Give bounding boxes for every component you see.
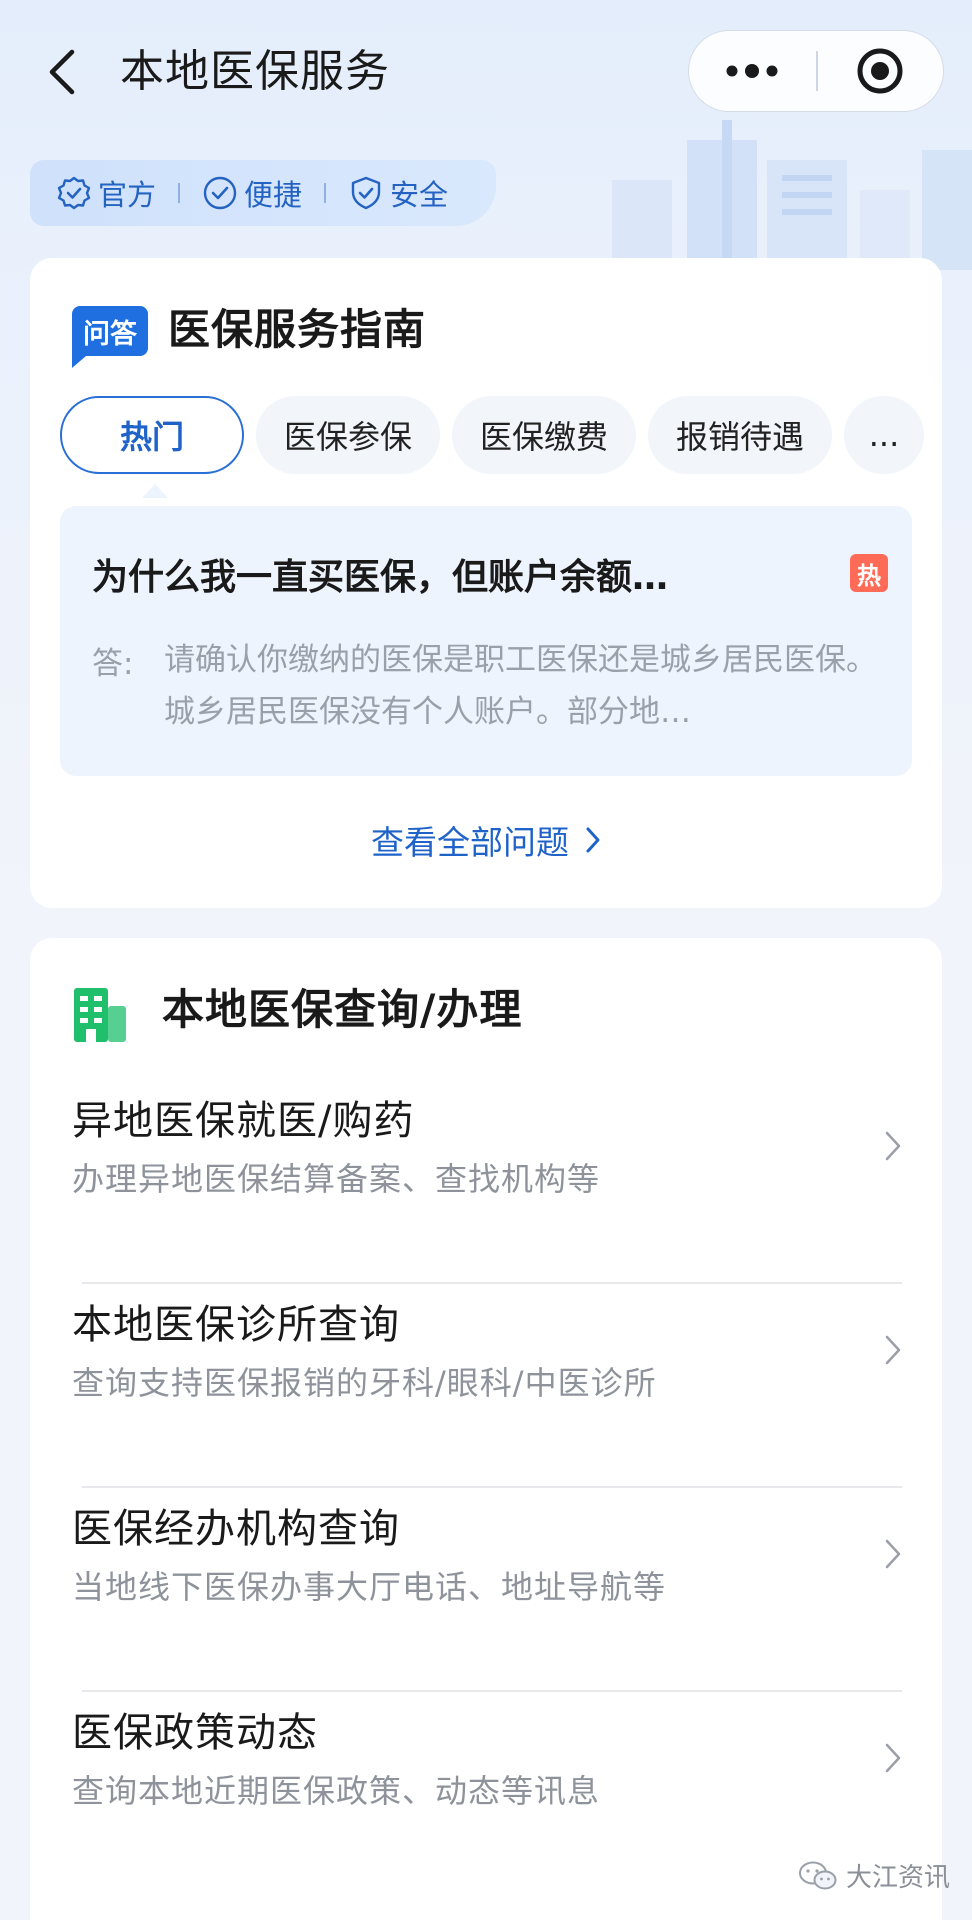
service-title: 医保政策动态 xyxy=(72,1710,318,1756)
service-title: 异地医保就医/购药 xyxy=(72,1098,415,1144)
question-text: 为什么我一直买医保，但账户余额… xyxy=(92,557,669,598)
row-divider xyxy=(82,1282,902,1284)
service-row-remote-medical[interactable]: 异地医保就医/购药 办理异地医保结算备案、查找机构等 xyxy=(30,1088,942,1293)
target-close-icon xyxy=(857,48,903,94)
row-divider xyxy=(82,1486,902,1488)
trust-badges: 官方 便捷 安全 xyxy=(30,160,496,226)
wechat-logo-icon xyxy=(798,1861,837,1889)
service-row-local-clinic[interactable]: 本地医保诊所查询 查询支持医保报销的牙科/眼科/中医诊所 xyxy=(30,1292,942,1497)
page-title: 本地医保服务 xyxy=(120,46,390,97)
local-services-card: 本地医保查询/办理 异地医保就医/购药 办理异地医保结算备案、查找机构等 本地医… xyxy=(30,938,942,1920)
service-subtitle: 查询本地近期医保政策、动态等讯息 xyxy=(72,1772,601,1810)
badge-convenient: 便捷 xyxy=(202,172,302,214)
chevron-right-icon xyxy=(885,1539,901,1569)
more-dots-icon xyxy=(726,64,778,78)
services-title: 本地医保查询/办理 xyxy=(162,985,523,1034)
close-button[interactable] xyxy=(817,31,943,111)
badge-label: 便捷 xyxy=(244,178,303,212)
shield-check-icon xyxy=(351,176,381,210)
qa-tag: 问答 xyxy=(72,306,148,368)
chevron-left-icon xyxy=(49,49,75,95)
chevron-right-icon xyxy=(885,1131,901,1161)
badge-separator xyxy=(178,183,181,203)
answer-text: 请确认你缴纳的医保是职工医保还是城乡居民医保。城乡居民医保没有个人账户。部分地… xyxy=(164,642,877,730)
guide-tabs: 热门 医保参保 医保缴费 报销待遇 ... xyxy=(60,396,924,498)
row-divider xyxy=(82,1690,902,1692)
service-subtitle: 办理异地医保结算备案、查找机构等 xyxy=(72,1160,601,1198)
chevron-right-icon xyxy=(885,1335,901,1365)
chevron-right-icon xyxy=(885,1743,901,1773)
chevron-right-icon xyxy=(586,827,600,853)
navigation-bar: 本地医保服务 xyxy=(0,0,972,140)
view-all-label: 查看全部问题 xyxy=(371,823,569,862)
hot-question-item[interactable]: 为什么我一直买医保，但账户余额… 热 答: 请确认你缴纳的医保是职工医保还是城乡… xyxy=(60,506,912,776)
watermark: 大江资讯 xyxy=(798,1857,950,1894)
more-button[interactable] xyxy=(689,31,815,111)
back-button[interactable] xyxy=(36,44,86,100)
service-subtitle: 当地线下医保办事大厅电话、地址导航等 xyxy=(72,1568,667,1606)
badge-label: 安全 xyxy=(390,178,449,212)
tab-insurance-payment[interactable]: 医保缴费 xyxy=(452,396,636,474)
badge-safe: 安全 xyxy=(348,172,448,214)
service-row-agency[interactable]: 医保经办机构查询 当地线下医保办事大厅电话、地址导航等 xyxy=(30,1496,942,1701)
answer-label: 答: xyxy=(92,646,134,682)
view-all-questions-link[interactable]: 查看全部问题 xyxy=(30,816,942,864)
service-title: 本地医保诊所查询 xyxy=(72,1302,400,1348)
watermark-text: 大江资讯 xyxy=(845,1863,950,1893)
guide-title: 医保服务指南 xyxy=(168,305,427,354)
service-subtitle: 查询支持医保报销的牙科/眼科/中医诊所 xyxy=(72,1364,657,1402)
badge-official: 官方 xyxy=(56,172,156,214)
badge-label: 官方 xyxy=(98,178,157,212)
city-skyline-decoration xyxy=(612,120,972,270)
tab-reimbursement[interactable]: 报销待遇 xyxy=(648,396,832,474)
tab-more[interactable]: ... xyxy=(844,396,924,474)
check-circle-icon xyxy=(203,176,237,210)
badge-separator xyxy=(324,183,327,203)
service-guide-card: 问答 医保服务指南 热门 医保参保 医保缴费 报销待遇 ... 为什么我一直买医… xyxy=(30,258,942,908)
verified-seal-icon xyxy=(57,176,91,210)
mini-program-capsule xyxy=(688,30,944,112)
tab-hot[interactable]: 热门 xyxy=(60,396,244,498)
tab-insurance-enroll[interactable]: 医保参保 xyxy=(256,396,440,474)
building-icon xyxy=(74,988,126,1042)
service-title: 医保经办机构查询 xyxy=(72,1506,400,1552)
hot-badge: 热 xyxy=(850,554,888,592)
